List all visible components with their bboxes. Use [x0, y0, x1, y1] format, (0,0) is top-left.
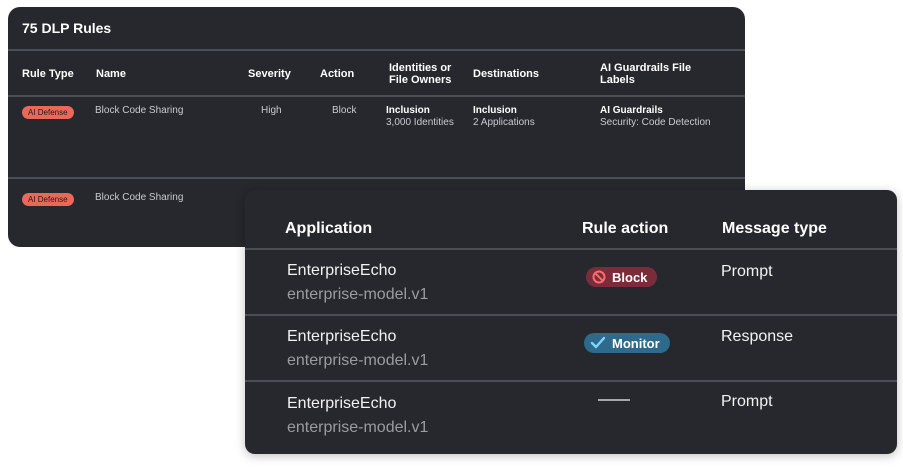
rule-action-label: Block: [612, 269, 648, 285]
row-divider: [245, 380, 897, 382]
app-name[interactable]: EnterpriseEcho: [287, 395, 396, 413]
rule-name[interactable]: Block Code Sharing: [95, 105, 183, 117]
panel-title: 75 DLP Rules: [22, 20, 112, 36]
destinations-value: 2 Applications: [473, 117, 535, 128]
rule-identities: Inclusion 3,000 Identities: [386, 105, 454, 129]
header-divider: [245, 248, 897, 250]
col-header-destinations: Destinations: [473, 68, 540, 80]
table-divider: [8, 95, 745, 97]
row-divider: [8, 177, 745, 179]
col-header-identities: Identities or File Owners: [389, 62, 452, 86]
labels-title: AI Guardrails: [600, 105, 663, 116]
col-header-action: Action: [320, 68, 355, 80]
identities-title: Inclusion: [386, 105, 430, 116]
message-type: Response: [721, 328, 794, 345]
rule-name[interactable]: Block Code Sharing: [95, 192, 183, 204]
ai-defense-badge: AI Defense: [22, 193, 74, 206]
rule-labels: AI Guardrails Security: Code Detection: [600, 105, 711, 129]
rule-severity: High: [261, 105, 282, 116]
labels-value: Security: Code Detection: [600, 117, 711, 128]
rule-action-label: Monitor: [612, 335, 660, 351]
no-action-dash: [598, 399, 630, 401]
col-header-rule-type: Rule Type: [22, 68, 74, 80]
app-model: enterprise-model.v1: [287, 352, 429, 369]
app-model: enterprise-model.v1: [287, 419, 429, 436]
rule-destinations: Inclusion 2 Applications: [473, 105, 535, 129]
destinations-title: Inclusion: [473, 105, 517, 116]
header-divider: [8, 49, 745, 51]
app-name[interactable]: EnterpriseEcho: [287, 262, 396, 280]
row-divider: [245, 314, 897, 316]
app-name[interactable]: EnterpriseEcho: [287, 328, 396, 346]
check-icon: [590, 336, 606, 349]
block-icon: [592, 270, 606, 284]
col-header-severity: Severity: [248, 68, 291, 80]
identities-value: 3,000 Identities: [386, 117, 454, 128]
message-type: Prompt: [721, 393, 773, 410]
app-model: enterprise-model.v1: [287, 286, 429, 303]
block-badge: Block: [586, 267, 658, 287]
ai-defense-badge: AI Defense: [22, 106, 74, 119]
col-header-message-type: Message type: [722, 220, 827, 237]
col-header-application: Application: [285, 220, 373, 237]
col-header-rule-action: Rule action: [582, 220, 669, 237]
col-header-name: Name: [96, 68, 126, 80]
applications-panel: Application Rule action Message type Ent…: [245, 190, 897, 454]
col-header-labels: AI Guardrails File Labels: [600, 62, 692, 86]
message-type: Prompt: [721, 263, 773, 280]
rule-action: Block: [332, 105, 357, 116]
monitor-badge: Monitor: [584, 333, 670, 353]
